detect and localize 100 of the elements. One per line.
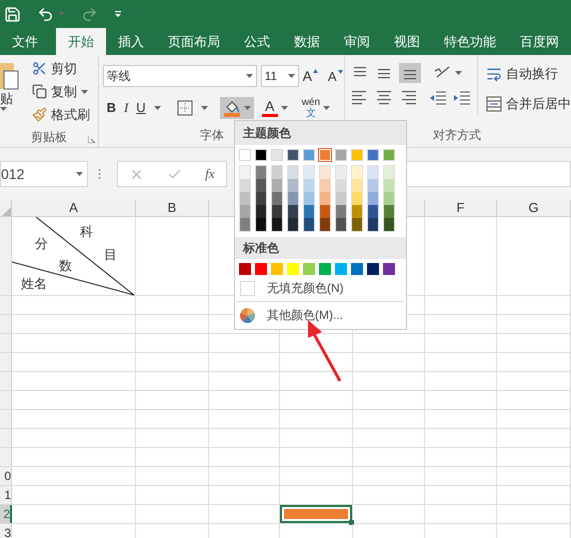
- color-swatch[interactable]: [367, 263, 379, 275]
- color-swatch[interactable]: [256, 205, 266, 218]
- ribbon-tab[interactable]: 视图: [382, 28, 432, 55]
- name-box[interactable]: 012: [0, 161, 88, 187]
- bold-button[interactable]: B: [106, 98, 116, 118]
- color-swatch[interactable]: [304, 166, 314, 179]
- row-header[interactable]: [0, 334, 12, 352]
- color-swatch[interactable]: [384, 192, 394, 205]
- copy-button[interactable]: 复制: [51, 82, 77, 102]
- grow-font-button[interactable]: A: [302, 69, 318, 83]
- color-swatch[interactable]: [320, 166, 330, 179]
- ribbon-tab[interactable]: 插入: [106, 28, 156, 55]
- ribbon-tab[interactable]: 百度网: [508, 28, 571, 55]
- color-swatch[interactable]: [304, 179, 314, 192]
- color-swatch[interactable]: [351, 149, 363, 161]
- undo-icon[interactable]: [37, 6, 54, 22]
- color-swatch[interactable]: [288, 218, 298, 231]
- color-swatch[interactable]: [384, 218, 394, 231]
- color-swatch[interactable]: [335, 263, 347, 275]
- align-middle-icon[interactable]: [375, 66, 393, 80]
- color-swatch[interactable]: [288, 192, 298, 205]
- color-swatch[interactable]: [255, 263, 267, 275]
- ribbon-tab[interactable]: 数据: [282, 28, 332, 55]
- select-all-corner[interactable]: [0, 200, 12, 216]
- copy-icon[interactable]: [32, 84, 47, 99]
- wrap-text-icon[interactable]: [486, 66, 502, 82]
- color-swatch[interactable]: [320, 179, 330, 192]
- merge-center-button[interactable]: 合并后居中: [506, 94, 571, 114]
- color-swatch[interactable]: [240, 192, 250, 205]
- color-swatch[interactable]: [352, 166, 362, 179]
- color-swatch[interactable]: [320, 218, 330, 231]
- ribbon-tab[interactable]: 开始: [56, 28, 106, 55]
- align-left-icon[interactable]: [351, 91, 369, 105]
- color-swatch[interactable]: [287, 149, 299, 161]
- merge-cells-icon[interactable]: [486, 96, 502, 112]
- color-swatch[interactable]: [352, 192, 362, 205]
- color-swatch[interactable]: [304, 205, 314, 218]
- font-size-field[interactable]: 11: [260, 65, 299, 87]
- color-swatch[interactable]: [287, 263, 299, 275]
- color-swatch[interactable]: [336, 218, 346, 231]
- underline-button[interactable]: U: [136, 98, 146, 118]
- row-header[interactable]: [0, 353, 12, 371]
- color-swatch[interactable]: [352, 218, 362, 231]
- color-swatch[interactable]: [320, 205, 330, 218]
- drag-handle-icon[interactable]: [98, 168, 101, 180]
- paste-label[interactable]: 贴: [0, 91, 13, 107]
- color-swatch[interactable]: [255, 149, 267, 161]
- color-swatch[interactable]: [352, 205, 362, 218]
- color-swatch[interactable]: [351, 263, 363, 275]
- color-swatch[interactable]: [288, 205, 298, 218]
- ribbon-tab[interactable]: 审阅: [332, 28, 382, 55]
- dialog-launcher-icon[interactable]: [88, 136, 95, 143]
- color-swatch[interactable]: [272, 179, 282, 192]
- ribbon-tab[interactable]: 页面布局: [156, 28, 232, 55]
- row-header[interactable]: [0, 372, 12, 390]
- color-swatch[interactable]: [256, 192, 266, 205]
- color-swatch[interactable]: [368, 166, 378, 179]
- column-header[interactable]: A: [12, 200, 136, 216]
- color-swatch[interactable]: [240, 205, 250, 218]
- color-swatch[interactable]: [384, 205, 394, 218]
- color-swatch[interactable]: [384, 179, 394, 192]
- row-header[interactable]: [0, 296, 12, 314]
- row-header[interactable]: 0: [0, 467, 12, 485]
- format-painter-button[interactable]: 格式刷: [51, 104, 90, 124]
- color-swatch[interactable]: [336, 205, 346, 218]
- ribbon-tab[interactable]: 特色功能: [432, 28, 508, 55]
- column-header[interactable]: G: [497, 200, 571, 216]
- color-swatch[interactable]: [240, 179, 250, 192]
- insert-function-button[interactable]: fx: [205, 164, 215, 184]
- paintbrush-icon[interactable]: [32, 107, 47, 122]
- shrink-font-button[interactable]: A: [328, 70, 343, 82]
- color-swatch[interactable]: [383, 149, 395, 161]
- color-swatch[interactable]: [336, 192, 346, 205]
- more-colors-item[interactable]: 其他颜色(M)...: [235, 304, 406, 326]
- ribbon-tab[interactable]: 文件: [0, 28, 56, 55]
- italic-button[interactable]: I: [124, 98, 128, 118]
- color-swatch[interactable]: [272, 205, 282, 218]
- color-swatch[interactable]: [384, 166, 394, 179]
- align-right-icon[interactable]: [399, 91, 417, 105]
- color-swatch[interactable]: [368, 218, 378, 231]
- font-color-button[interactable]: A: [262, 99, 278, 117]
- color-swatch[interactable]: [288, 179, 298, 192]
- align-center-icon[interactable]: [375, 91, 393, 105]
- phonetic-button[interactable]: wén 文: [302, 97, 320, 119]
- color-swatch[interactable]: [240, 218, 250, 231]
- color-swatch[interactable]: [272, 192, 282, 205]
- font-name-field[interactable]: 等线: [102, 65, 257, 87]
- borders-icon[interactable]: [176, 100, 193, 116]
- scissors-icon[interactable]: [32, 61, 47, 76]
- color-swatch[interactable]: [303, 263, 315, 275]
- color-swatch[interactable]: [383, 263, 395, 275]
- column-header[interactable]: B: [136, 200, 209, 216]
- color-swatch[interactable]: [352, 179, 362, 192]
- no-fill-item[interactable]: 无填充颜色(N): [235, 277, 406, 299]
- row-header[interactable]: [0, 217, 12, 295]
- color-swatch[interactable]: [240, 166, 250, 179]
- row-header[interactable]: [0, 429, 12, 447]
- column-header[interactable]: F: [425, 200, 497, 216]
- row-header[interactable]: 3: [0, 524, 12, 538]
- color-swatch[interactable]: [336, 166, 346, 179]
